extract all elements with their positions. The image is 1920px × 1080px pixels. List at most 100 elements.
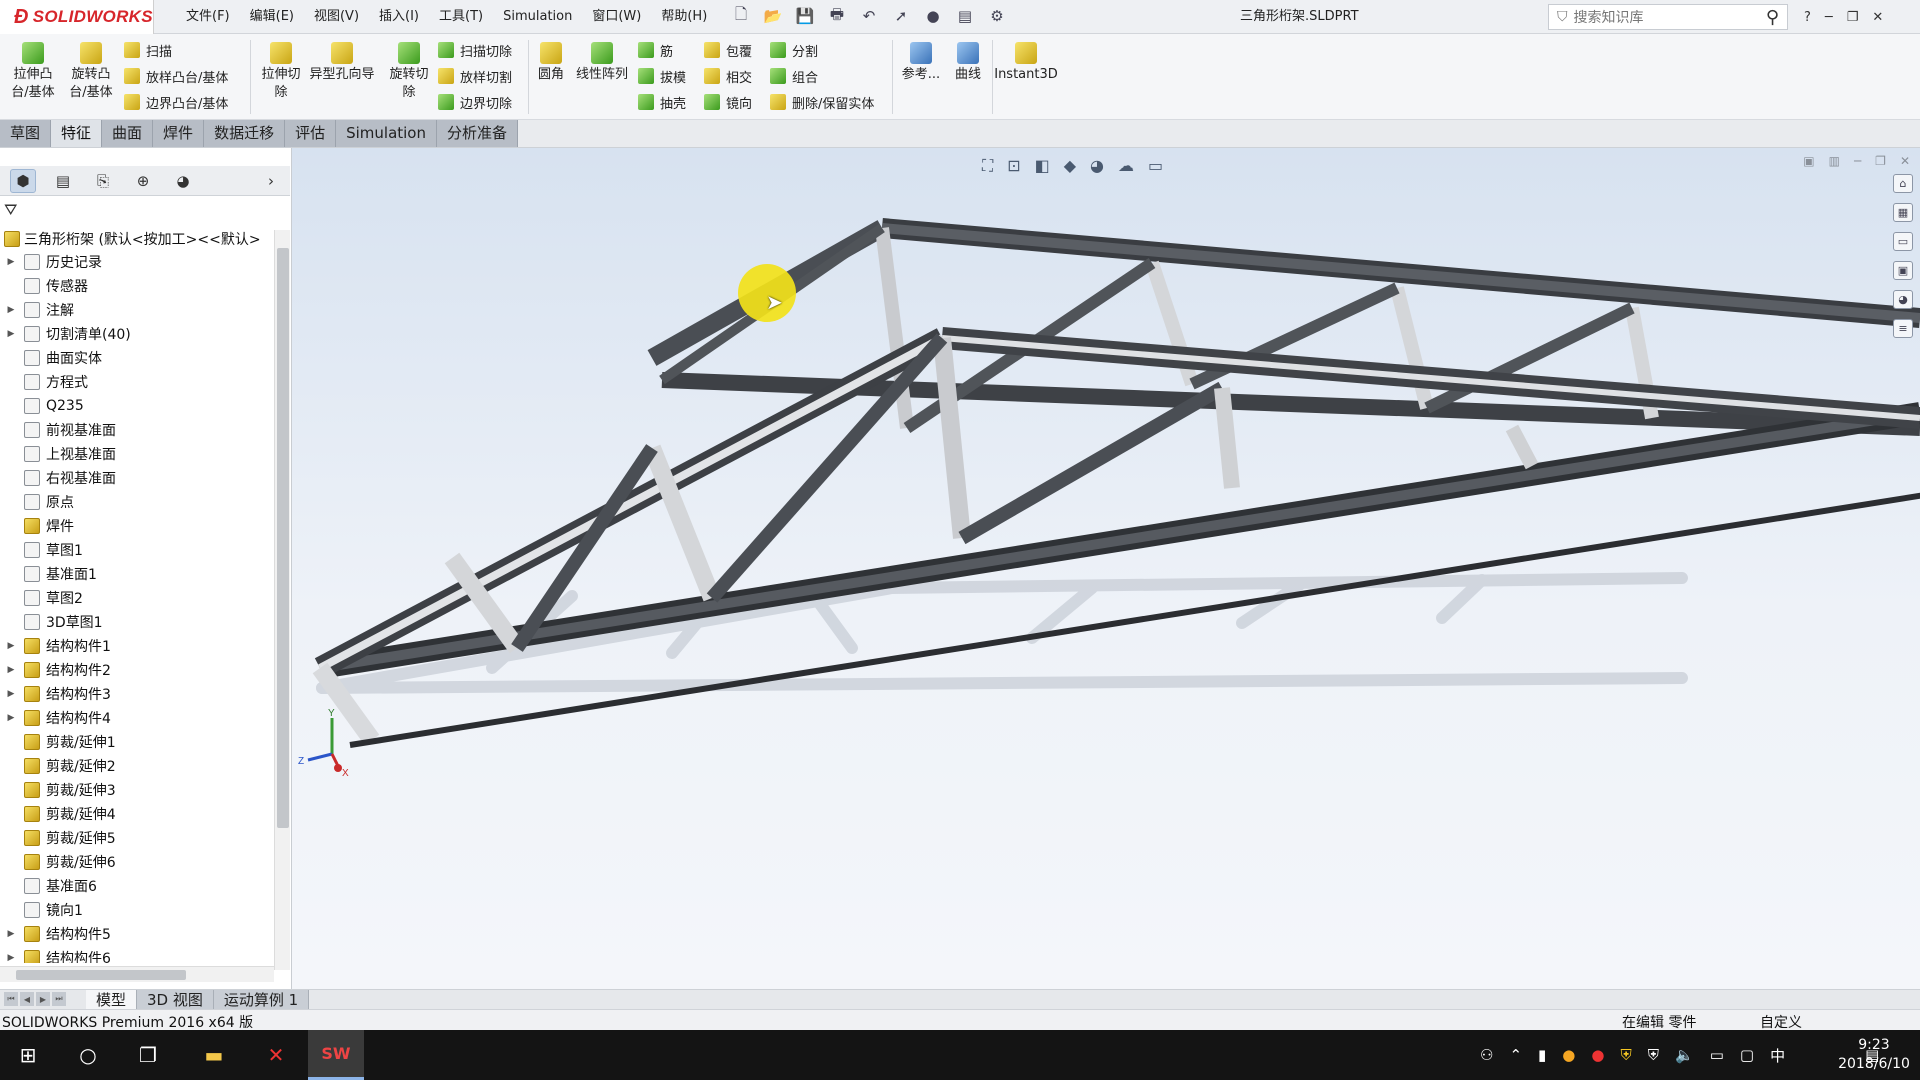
menu-insert[interactable]: 插入(I): [369, 0, 429, 34]
new-document-icon[interactable]: 🗋: [730, 5, 752, 26]
volume-icon[interactable]: 🔈: [1675, 1046, 1694, 1064]
intersect-button[interactable]: 相交: [704, 64, 752, 88]
menu-window[interactable]: 窗口(W): [582, 0, 651, 34]
tree-item[interactable]: 方程式: [0, 370, 276, 394]
sweep-button[interactable]: 扫描: [124, 38, 172, 62]
close-icon[interactable]: ✕: [1872, 10, 1883, 25]
expand-arrow-icon[interactable]: ▶: [4, 257, 18, 267]
menu-simulation[interactable]: Simulation: [493, 0, 582, 34]
tab-surfaces[interactable]: 曲面: [102, 120, 154, 147]
tree-item[interactable]: ▶ 切割清单(40): [0, 322, 276, 346]
expand-arrow-icon[interactable]: ▶: [4, 665, 18, 675]
help-icon[interactable]: ?: [1804, 10, 1811, 25]
fillet-button[interactable]: 圆角: [532, 42, 570, 84]
tray-app-icon[interactable]: ▮: [1538, 1046, 1546, 1064]
select-pointer-icon[interactable]: ➚: [890, 6, 912, 26]
expand-arrow-icon[interactable]: ▶: [4, 929, 18, 939]
extrude-boss-button[interactable]: 拉伸凸 台/基体: [6, 42, 60, 102]
linear-pattern-button[interactable]: 线性阵列: [572, 42, 632, 84]
undo-icon[interactable]: ↶: [858, 6, 880, 26]
truss-model[interactable]: [292, 148, 1920, 989]
dimxpert-icon[interactable]: ⊕: [130, 169, 156, 193]
expand-arrow-icon[interactable]: ▶: [4, 689, 18, 699]
defender-shield-icon[interactable]: ⛨: [1620, 1046, 1631, 1064]
feature-manager-icon[interactable]: ⬢: [10, 168, 36, 193]
swept-cut-button[interactable]: 扫描切除: [438, 38, 512, 62]
tab-weldments[interactable]: 焊件: [153, 120, 205, 147]
system-clock[interactable]: 9:23 2018/6/10: [1832, 1036, 1916, 1074]
options-gear-icon[interactable]: ⚙: [986, 6, 1008, 26]
menu-file[interactable]: 文件(F): [176, 0, 240, 34]
network-shield-icon[interactable]: ⛨: [1648, 1046, 1659, 1064]
expand-arrow-icon[interactable]: ▶: [4, 953, 18, 963]
tree-item[interactable]: ▶ 结构构件4: [0, 706, 276, 730]
instant3d-button[interactable]: Instant3D: [994, 42, 1058, 84]
scroll-thumb[interactable]: [16, 970, 186, 980]
draft-button[interactable]: 拔模: [638, 64, 686, 88]
shell-button[interactable]: 抽壳: [638, 90, 686, 114]
revolve-boss-button[interactable]: 旋转凸 台/基体: [64, 42, 118, 102]
tray-expand-icon[interactable]: ⌃: [1509, 1046, 1522, 1064]
hole-wizard-button[interactable]: 异型孔向导: [304, 42, 380, 84]
menu-view[interactable]: 视图(V): [304, 0, 369, 34]
tab-analysis-prep[interactable]: 分析准备: [437, 120, 519, 147]
display-icon[interactable]: ▢: [1740, 1046, 1754, 1064]
tab-motion-study[interactable]: 运动算例 1: [213, 990, 310, 1010]
tree-item[interactable]: ▶ 结构构件6: [0, 946, 276, 963]
split-button[interactable]: 分割: [770, 38, 818, 62]
design-library-icon[interactable]: ▦: [1893, 203, 1913, 222]
tree-item[interactable]: 传感器: [0, 274, 276, 298]
wrap-button[interactable]: 包覆: [704, 38, 752, 62]
tree-item[interactable]: 草图1: [0, 538, 276, 562]
tree-item[interactable]: ▶ 历史记录: [0, 250, 276, 274]
tree-item[interactable]: ▶ 结构构件2: [0, 658, 276, 682]
curves-button[interactable]: 曲线: [946, 42, 990, 84]
filter-icon[interactable]: ⛛: [4, 200, 17, 220]
revolve-cut-button[interactable]: 旋转切 除: [382, 42, 436, 102]
tree-item[interactable]: 镜向1: [0, 898, 276, 922]
configuration-manager-icon[interactable]: ⎘: [90, 169, 116, 193]
tree-item[interactable]: 前视基准面: [0, 418, 276, 442]
property-manager-icon[interactable]: ▤: [50, 169, 76, 193]
chevron-right-icon[interactable]: ›: [258, 169, 284, 193]
prev-tab-icon[interactable]: ◀: [20, 992, 34, 1006]
solidworks-taskbar-icon[interactable]: SW: [308, 1030, 364, 1080]
first-tab-icon[interactable]: ⏮: [4, 992, 18, 1006]
knowledge-search-box[interactable]: ⛉ 搜索知识库 ⚲: [1548, 4, 1788, 30]
display-manager-icon[interactable]: ◕: [170, 169, 196, 193]
cortana-search-icon[interactable]: ○: [60, 1030, 116, 1080]
tree-root-part[interactable]: 三角形桁架 (默认<按加工><<默认>: [0, 228, 280, 250]
scroll-thumb[interactable]: [277, 248, 289, 828]
boundary-boss-button[interactable]: 边界凸台/基体: [124, 90, 228, 114]
rib-button[interactable]: 筋: [638, 38, 673, 62]
tree-item[interactable]: 基准面1: [0, 562, 276, 586]
delete-keep-body-button[interactable]: 删除/保留实体: [770, 90, 874, 114]
menu-tools[interactable]: 工具(T): [429, 0, 493, 34]
tree-item[interactable]: 草图2: [0, 586, 276, 610]
loft-button[interactable]: 放样凸台/基体: [124, 64, 228, 88]
next-tab-icon[interactable]: ▶: [36, 992, 50, 1006]
graphics-viewport[interactable]: ⛶ ⊡ ◧ ◆ ◕ ☁ ▭ ▣ ▥ ─ ❐ ✕ ➤ Y Z X ⌂ ▦ ▭ ▣ …: [292, 148, 1920, 989]
reference-geometry-button[interactable]: 参考...: [896, 42, 946, 84]
rebuild-icon[interactable]: ●: [922, 6, 944, 26]
tab-features[interactable]: 特征: [51, 120, 103, 147]
save-icon[interactable]: 💾: [794, 6, 816, 26]
tray-app2-icon[interactable]: ●: [1562, 1046, 1575, 1064]
menu-help[interactable]: 帮助(H): [651, 0, 717, 34]
mirror-button[interactable]: 镜向: [704, 90, 752, 114]
expand-arrow-icon[interactable]: ▶: [4, 305, 18, 315]
start-windows-icon[interactable]: ⊞: [0, 1030, 56, 1080]
print-icon[interactable]: 🖶: [826, 5, 848, 26]
tree-item[interactable]: ▶ 结构构件5: [0, 922, 276, 946]
file-explorer-icon[interactable]: ▭: [1893, 232, 1913, 251]
tree-item[interactable]: 上视基准面: [0, 442, 276, 466]
tree-item[interactable]: 剪裁/延伸5: [0, 826, 276, 850]
tree-item[interactable]: 曲面实体: [0, 346, 276, 370]
status-units[interactable]: 自定义: [1760, 1012, 1802, 1032]
appearances-icon[interactable]: ◕: [1893, 290, 1913, 309]
tab-model[interactable]: 模型: [86, 990, 138, 1010]
lofted-cut-button[interactable]: 放样切割: [438, 64, 512, 88]
tree-item[interactable]: 剪裁/延伸6: [0, 850, 276, 874]
ime-indicator[interactable]: 中: [1770, 1045, 1785, 1066]
app-taskbar-icon[interactable]: ✕: [248, 1030, 304, 1080]
